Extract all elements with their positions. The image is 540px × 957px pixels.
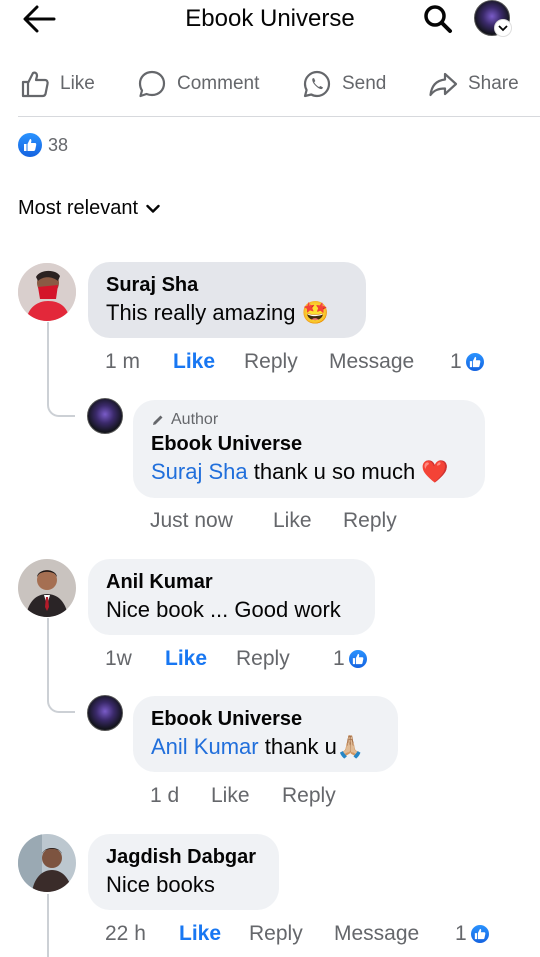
red-heart-emoji: ❤️ xyxy=(421,459,449,484)
send-label: Send xyxy=(342,73,387,94)
avatar[interactable] xyxy=(87,695,123,731)
reaction-count: 38 xyxy=(48,134,69,155)
author-tag-label: Author xyxy=(171,411,219,428)
whatsapp-icon xyxy=(303,70,331,98)
comment-text: This really amazing 🤩 xyxy=(106,298,348,328)
mention-link[interactable]: Anil Kumar xyxy=(151,734,259,759)
sort-label: Most relevant xyxy=(18,197,139,219)
comment-timestamp: 1w xyxy=(105,647,132,670)
reply-bubble[interactable]: Author Ebook Universe Suraj Sha thank u … xyxy=(133,400,485,498)
like-reaction-icon xyxy=(346,648,369,670)
comment-reply-button[interactable]: Reply xyxy=(249,919,303,949)
profile-menu-button[interactable] xyxy=(472,0,514,38)
comment-author[interactable]: Jagdish Dabgar xyxy=(106,844,261,870)
reply-timestamp: 1 d xyxy=(150,784,180,807)
reply-timestamp: Just now xyxy=(150,509,233,532)
reply-author[interactable]: Ebook Universe xyxy=(151,431,467,457)
divider xyxy=(18,116,540,117)
comment-like-count[interactable]: 1 xyxy=(455,919,491,949)
comment-label: Comment xyxy=(177,73,260,94)
comment-timestamp: 1 m xyxy=(105,350,141,373)
comment-text: Nice books xyxy=(106,872,215,897)
folded-hands-emoji: 🙏🏼 xyxy=(336,734,365,759)
avatar[interactable] xyxy=(18,263,76,321)
avatar[interactable] xyxy=(87,398,123,434)
thread-connector xyxy=(47,395,75,417)
reply-reply-button[interactable]: Reply xyxy=(343,506,397,536)
comment-message-button[interactable]: Message xyxy=(334,919,419,949)
thumbs-up-icon xyxy=(21,71,49,98)
avatar[interactable] xyxy=(18,559,76,617)
share-button[interactable]: Share xyxy=(428,64,519,104)
send-button[interactable]: Send xyxy=(302,64,386,104)
comment-bubble[interactable]: Suraj Sha This really amazing 🤩 xyxy=(88,262,366,338)
reply-like-button[interactable]: Like xyxy=(211,781,250,811)
reply-like-button[interactable]: Like xyxy=(273,506,312,536)
star-struck-emoji: 🤩 xyxy=(301,300,330,325)
comment-like-button[interactable]: Like xyxy=(173,347,215,377)
like-reaction-icon xyxy=(18,133,42,157)
comment-body: This really amazing xyxy=(106,300,296,325)
comment-author[interactable]: Anil Kumar xyxy=(106,569,357,595)
comment-timestamp: 22 h xyxy=(105,922,146,945)
reply-body: thank u xyxy=(264,734,337,759)
comment-button[interactable]: Comment xyxy=(137,64,259,104)
like-reaction-icon xyxy=(463,351,486,373)
share-arrow-icon xyxy=(429,72,458,97)
comment-bubble[interactable]: Jagdish Dabgar Nice books xyxy=(88,834,279,910)
reply-bubble[interactable]: Ebook Universe Anil Kumar thank u🙏🏼 xyxy=(133,696,398,772)
reply-body: thank u so much xyxy=(253,459,416,484)
like-count-value: 1 xyxy=(450,350,462,373)
like-count-value: 1 xyxy=(455,922,467,945)
like-button[interactable]: Like xyxy=(20,64,95,104)
thread-connector xyxy=(47,322,49,396)
author-badge: Author xyxy=(151,411,467,429)
comment-reply-button[interactable]: Reply xyxy=(236,644,290,674)
reply-reply-button[interactable]: Reply xyxy=(282,781,336,811)
comment-like-count[interactable]: 1 xyxy=(450,347,486,377)
chevron-down-icon xyxy=(146,204,160,213)
comment-author[interactable]: Suraj Sha xyxy=(106,272,348,298)
comment-reply-button[interactable]: Reply xyxy=(244,347,298,377)
page-title: Ebook Universe xyxy=(185,5,355,32)
reactions-summary[interactable]: 38 xyxy=(18,133,68,157)
reply-author[interactable]: Ebook Universe xyxy=(151,706,380,732)
chevron-down-icon xyxy=(495,20,511,36)
post-action-bar: Like Comment Send Share xyxy=(0,64,540,104)
comment-message-button[interactable]: Message xyxy=(329,347,414,377)
comment-bubble[interactable]: Anil Kumar Nice book ... Good work xyxy=(88,559,375,635)
thread-connector xyxy=(47,894,49,957)
comment-text: Nice book ... Good work xyxy=(106,597,341,622)
thread-connector xyxy=(47,618,49,692)
pencil-icon xyxy=(153,415,163,425)
comment-like-count[interactable]: 1 xyxy=(333,644,369,674)
comment-sort-dropdown[interactable]: Most relevant xyxy=(18,197,160,220)
comment-like-button[interactable]: Like xyxy=(165,644,207,674)
mention-link[interactable]: Suraj Sha xyxy=(151,459,248,484)
like-reaction-icon xyxy=(468,923,491,945)
avatar[interactable] xyxy=(18,834,76,892)
comment-bubble-icon xyxy=(138,70,166,98)
like-count-value: 1 xyxy=(333,647,345,670)
comment-like-button[interactable]: Like xyxy=(179,919,221,949)
search-button[interactable] xyxy=(420,1,456,37)
reply-text: Anil Kumar thank u🙏🏼 xyxy=(151,732,380,762)
top-bar: Ebook Universe xyxy=(0,0,540,40)
like-label: Like xyxy=(60,73,95,94)
thread-connector xyxy=(47,691,75,713)
search-icon xyxy=(424,5,452,33)
share-label: Share xyxy=(468,73,519,94)
reply-text: Suraj Sha thank u so much ❤️ xyxy=(151,457,467,487)
